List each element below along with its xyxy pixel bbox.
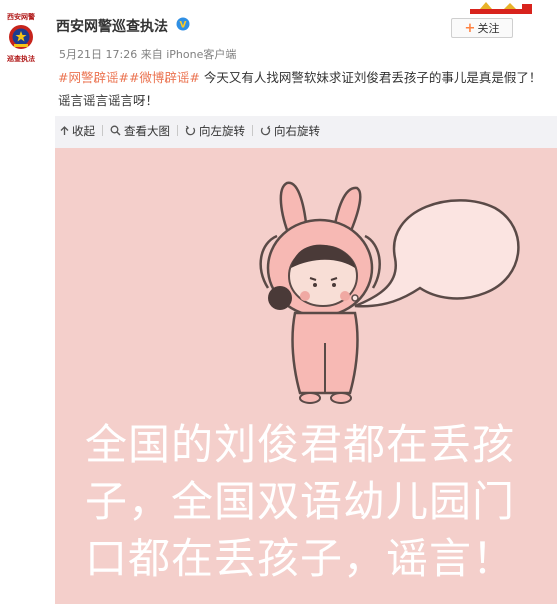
- hashtag-link[interactable]: #网警辟谣#: [58, 70, 129, 85]
- hashtag-link[interactable]: #微博辟谣#: [129, 70, 200, 85]
- post-timestamp[interactable]: 5月21日 17:26: [59, 48, 137, 61]
- rotate-left-icon: [185, 125, 196, 136]
- rabbit-girl-illustration: [259, 181, 520, 404]
- rotate-left-button[interactable]: 向左旋转: [185, 123, 245, 139]
- collapse-label: 收起: [72, 123, 95, 138]
- post-image[interactable]: 全国的刘俊君都在丢孩子，全国双语幼儿园门口都在丢孩子，谣言！: [55, 148, 557, 604]
- toolbar-divider: [177, 125, 178, 136]
- media-toolbar: 收起 查看大图 向左旋转 向右旋转: [55, 116, 557, 145]
- view-large-button[interactable]: 查看大图: [110, 123, 170, 139]
- rotate-right-icon: [260, 125, 271, 136]
- verified-badge-icon: V: [176, 17, 190, 31]
- svg-text:V: V: [180, 21, 187, 31]
- decorative-emblem-icon: [470, 2, 532, 14]
- source-prefix: 来自: [140, 48, 163, 61]
- avatar-top-text: 西安网警: [7, 12, 35, 21]
- plus-icon: +: [464, 20, 476, 36]
- toolbar-divider: [102, 125, 103, 136]
- post-source[interactable]: iPhone客户端: [166, 48, 236, 61]
- post-text: #网警辟谣##微博辟谣# 今天又有人找网警软妹求证刘俊君丢孩子的事儿是真是假了！…: [58, 66, 550, 112]
- toolbar-divider: [252, 125, 253, 136]
- rotate-left-label: 向左旋转: [199, 123, 245, 138]
- follow-button[interactable]: + 关注: [451, 18, 513, 38]
- avatar-bottom-text: 巡查执法: [7, 54, 35, 63]
- rotate-right-button[interactable]: 向右旋转: [260, 123, 320, 139]
- rotate-right-label: 向右旋转: [274, 123, 320, 138]
- collapse-button[interactable]: 收起: [60, 123, 95, 139]
- author-avatar[interactable]: 西安网警 巡查执法: [0, 10, 42, 68]
- follow-button-label: 关注: [477, 22, 500, 35]
- image-caption: 全国的刘俊君都在丢孩子，全国双语幼儿园门口都在丢孩子，谣言！: [85, 420, 516, 583]
- media-panel: 收起 查看大图 向左旋转 向右旋转 全国的刘俊君都在丢孩子，全国双语幼儿园门口都…: [55, 116, 557, 604]
- view-large-label: 查看大图: [124, 123, 170, 138]
- magnifier-icon: [110, 125, 121, 136]
- police-badge-icon: [9, 25, 33, 49]
- author-name[interactable]: 西安网警巡查执法: [56, 16, 168, 36]
- post-meta: 5月21日 17:26 来自 iPhone客户端: [59, 46, 236, 62]
- arrow-up-icon: [60, 125, 69, 135]
